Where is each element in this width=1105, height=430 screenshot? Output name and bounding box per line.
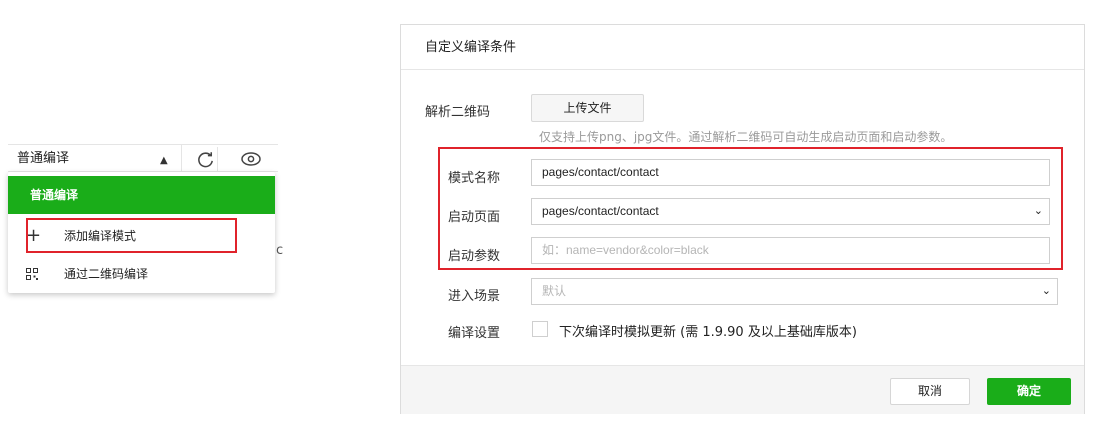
qrcode-icon: [26, 268, 38, 280]
qrcode-hint: 仅支持上传png、jpg文件。通过解析二维码可自动生成启动页面和启动参数。: [539, 130, 953, 144]
simulate-update-checkbox[interactable]: [532, 321, 548, 337]
compile-mode-value: 普通编译: [17, 151, 70, 166]
refresh-icon[interactable]: [194, 147, 218, 171]
background-fragment: c: [276, 243, 284, 258]
eye-icon[interactable]: [236, 147, 266, 171]
menu-item-qrcode-compile[interactable]: 通过二维码编译: [8, 255, 275, 293]
highlight-box-right: [438, 147, 1063, 270]
menu-item-label: 通过二维码编译: [64, 267, 149, 281]
qrcode-label: 解析二维码: [425, 105, 491, 120]
cancel-button[interactable]: 取消: [890, 378, 970, 405]
scene-label: 进入场景: [448, 289, 501, 304]
simulate-update-label: 下次编译时模拟更新 (需 1.9.90 及以上基础库版本): [559, 325, 857, 340]
dialog-footer: 取消 确定: [401, 365, 1084, 414]
menu-item-label: 普通编译: [30, 188, 79, 202]
scene-select[interactable]: 默认 ⌄: [531, 278, 1058, 305]
chevron-down-icon: ⌄: [1041, 285, 1051, 297]
confirm-button[interactable]: 确定: [987, 378, 1071, 405]
scene-value: 默认: [542, 284, 567, 298]
upload-file-button[interactable]: 上传文件: [531, 94, 644, 122]
caret-up-icon: ▲: [160, 155, 168, 166]
highlight-box-left: [26, 218, 237, 253]
compile-toolbar: 普通编译 ▲: [8, 144, 278, 172]
menu-item-normal-compile[interactable]: 普通编译: [8, 176, 275, 214]
dialog-title: 自定义编译条件: [401, 25, 1084, 70]
compile-mode-select[interactable]: 普通编译 ▲: [8, 145, 182, 172]
compile-settings-label: 编译设置: [448, 326, 501, 341]
